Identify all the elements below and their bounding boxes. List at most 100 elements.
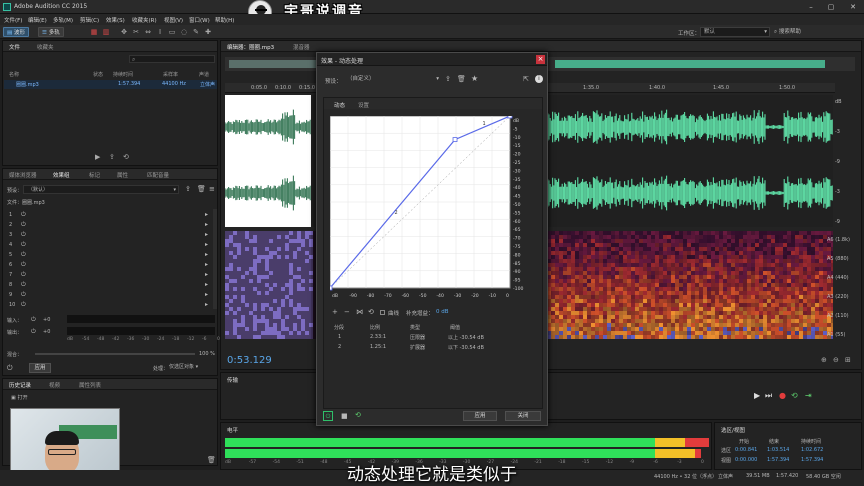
spot-heal-tool-icon[interactable]: ✚ xyxy=(204,28,212,36)
dialog-power-icon[interactable]: ⏻ xyxy=(323,411,333,421)
list-item[interactable]: 9 ⏻ ▸ xyxy=(7,291,211,300)
dialog-title-bar[interactable]: 效果 - 动态处理 × xyxy=(317,53,547,66)
rack-scrollbar[interactable] xyxy=(213,209,217,309)
tab-dynamics[interactable]: 动态 xyxy=(334,101,345,109)
mix-slider[interactable] xyxy=(35,353,195,355)
input-power-icon[interactable]: ⏻ xyxy=(31,316,36,324)
files-search-input[interactable]: ⌕ xyxy=(129,55,215,63)
multitrack-view-button[interactable]: ☰ 多轨 xyxy=(38,27,64,37)
dialog-close-icon[interactable]: × xyxy=(536,55,545,64)
stop-icon[interactable]: ■ xyxy=(341,412,348,420)
curve-point[interactable] xyxy=(452,137,458,142)
curve-checkbox[interactable] xyxy=(380,310,385,315)
table-row[interactable]: 2 1.25:1 扩展器 以下 -30.54 dB xyxy=(328,342,538,351)
move-tool-icon[interactable]: ✥ xyxy=(120,28,128,36)
list-item[interactable]: 3 ⏻ ▸ xyxy=(7,231,211,240)
save-preset-icon[interactable]: ⇪ xyxy=(445,75,451,83)
makeup-gain-value[interactable]: 0 dB xyxy=(436,309,449,315)
list-item[interactable]: 7 ⏻ ▸ xyxy=(7,271,211,280)
slip-tool-icon[interactable]: ⇔ xyxy=(144,28,152,36)
col-duration[interactable]: 持续时间 xyxy=(113,71,133,78)
delete-preset-icon[interactable]: 🗑 xyxy=(457,75,466,83)
tab-favorites[interactable]: 收藏夹 xyxy=(37,43,54,51)
info-icon[interactable]: i xyxy=(535,75,543,83)
workspace-select[interactable]: 默认 ▾ xyxy=(700,27,770,37)
tab-effects-rack[interactable]: 效果组 xyxy=(53,171,70,179)
zoom-in-icon[interactable]: ⊕ xyxy=(821,356,827,364)
skip-icon[interactable]: ⇥ xyxy=(805,391,812,400)
play-icon[interactable]: ▶ xyxy=(754,391,760,400)
waveform-view-button[interactable]: ▤ 波形 xyxy=(3,27,29,37)
tab-editor[interactable]: 编辑器：圈圈.mp3 xyxy=(227,43,274,51)
col-status[interactable]: 状态 xyxy=(93,71,103,78)
maximize-button[interactable]: ▢ xyxy=(824,2,838,12)
route-channels-icon[interactable]: ⇱ xyxy=(523,75,529,83)
files-play-icon[interactable]: ▶ xyxy=(95,153,100,161)
tab-mixer[interactable]: 混音器 xyxy=(293,43,310,51)
curve-point[interactable] xyxy=(330,285,333,291)
razor-tool-icon[interactable]: ✂ xyxy=(132,28,140,36)
list-item[interactable]: 6 ⏻ ▸ xyxy=(7,261,211,270)
list-item[interactable]: 5 ⏻ ▸ xyxy=(7,251,211,260)
close-window-button[interactable]: ✕ xyxy=(846,2,860,12)
table-row[interactable]: 1 2.33:1 压限器 以上 -30.54 dB xyxy=(328,332,538,341)
list-item[interactable]: 8 ⏻ ▸ xyxy=(7,281,211,290)
split-icon[interactable]: ⋈ xyxy=(356,308,363,316)
list-item[interactable]: 1 ⏻ ▸ xyxy=(7,211,211,220)
col-name[interactable]: 名称 xyxy=(9,71,19,78)
menu-window[interactable]: 窗口(W) xyxy=(189,16,210,24)
dialog-preset-select[interactable]: （自定义） ▾ xyxy=(343,75,439,84)
loop-icon[interactable]: ⟲ xyxy=(791,391,798,400)
spectral-frequency-icon[interactable]: ▦ xyxy=(90,28,98,36)
lasso-tool-icon[interactable]: ◌ xyxy=(180,28,188,36)
curve-point[interactable] xyxy=(507,116,513,119)
tab-settings[interactable]: 设置 xyxy=(358,101,369,109)
add-point-icon[interactable]: + xyxy=(332,308,338,316)
list-item[interactable]: 10 ⏻ ▸ xyxy=(7,301,211,310)
rack-apply-button[interactable]: 应用 xyxy=(29,363,51,373)
favorite-star-icon[interactable]: ★ xyxy=(471,74,478,83)
col-channels[interactable]: 声道 xyxy=(199,71,209,78)
selection-start[interactable]: 0:00.841 xyxy=(735,447,757,453)
menu-favorites[interactable]: 收藏夹(R) xyxy=(132,16,157,24)
menu-edit[interactable]: 编辑(E) xyxy=(28,16,47,24)
menu-help[interactable]: 帮助(H) xyxy=(215,16,234,24)
spectral-pitch-icon[interactable]: ▥ xyxy=(102,28,110,36)
menu-file[interactable]: 文件(F) xyxy=(4,16,22,24)
close-button[interactable]: 关闭 xyxy=(505,411,541,421)
tab-history[interactable]: 历史记录 xyxy=(9,381,31,389)
col-samplerate[interactable]: 采样率 xyxy=(163,71,178,78)
zoom-full-icon[interactable]: ⊞ xyxy=(845,356,851,364)
skip-end-icon[interactable]: ⏭ xyxy=(765,391,772,401)
save-preset-icon[interactable]: ⇪ xyxy=(185,185,191,193)
tab-markers[interactable]: 标记 xyxy=(89,171,100,179)
tab-video[interactable]: 视频 xyxy=(49,381,60,389)
rack-preset-select[interactable]: （默认） ▾ xyxy=(23,185,179,194)
list-item[interactable]: 4 ⏻ ▸ xyxy=(7,241,211,250)
table-row[interactable]: 圈圈.mp3 1:57.394 44100 Hz 立体声 xyxy=(4,80,217,89)
menu-view[interactable]: 视图(V) xyxy=(164,16,183,24)
files-loop-icon[interactable]: ⟲ xyxy=(123,153,129,161)
menu-clip[interactable]: 剪辑(C) xyxy=(80,16,99,24)
time-selection-tool-icon[interactable]: I xyxy=(156,28,164,36)
selection-duration[interactable]: 1:02.672 xyxy=(801,447,823,453)
zoom-out-icon[interactable]: ⊖ xyxy=(833,356,839,364)
process-select[interactable]: 仅选区对象 ▾ xyxy=(169,363,217,372)
output-power-icon[interactable]: ⏻ xyxy=(31,328,36,336)
menu-multitrack[interactable]: 多轨(M) xyxy=(53,16,73,24)
rack-menu-icon[interactable]: ≡ xyxy=(209,185,215,193)
minimize-button[interactable]: – xyxy=(804,2,818,12)
record-icon[interactable]: ● xyxy=(779,391,786,400)
remove-point-icon[interactable]: − xyxy=(344,308,350,316)
search-help-field[interactable]: ⌕ 搜索帮助 xyxy=(774,27,860,37)
list-item[interactable]: 2 ⏻ ▸ xyxy=(7,221,211,230)
menu-effects[interactable]: 效果(S) xyxy=(106,16,125,24)
dynamics-graph[interactable]: 12dB-5-10-15-20-25-30-35-40-45-50-55-60-… xyxy=(330,116,538,306)
files-export-icon[interactable]: ⇪ xyxy=(109,153,115,161)
tab-media-browser[interactable]: 媒体浏览器 xyxy=(9,171,37,179)
list-item[interactable]: ▣ 打开 xyxy=(11,394,111,402)
tab-match-loudness[interactable]: 匹配音量 xyxy=(147,171,169,179)
tab-property-list[interactable]: 属性列表 xyxy=(79,381,101,389)
tab-properties[interactable]: 属性 xyxy=(117,171,128,179)
loop-preview-icon[interactable]: ⟲ xyxy=(355,411,361,419)
